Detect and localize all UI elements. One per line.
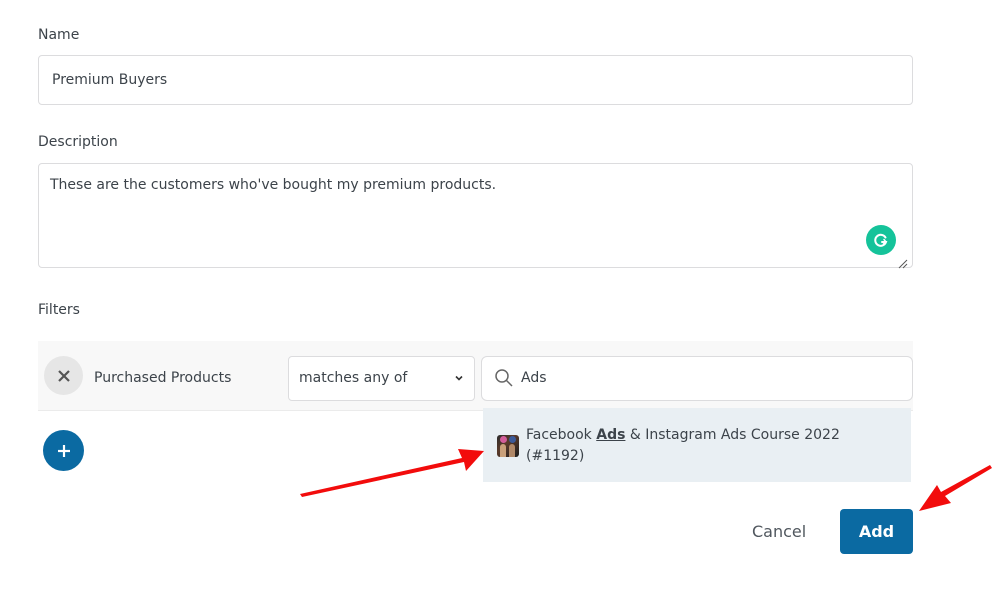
add-filter-button[interactable] (43, 430, 84, 471)
remove-filter-button[interactable] (44, 356, 83, 395)
name-input[interactable]: Premium Buyers (38, 55, 913, 105)
option-match: Ads (596, 427, 626, 443)
arrow-to-add-button (919, 465, 992, 511)
filter-type-label: Purchased Products (94, 370, 232, 386)
search-value: Ads (521, 370, 547, 386)
operator-value: matches any of (299, 370, 408, 386)
option-suffix: & Instagram Ads Course 2022 (625, 427, 840, 443)
arrow-to-option (300, 449, 484, 497)
product-thumbnail (497, 435, 519, 457)
option-id: (#1192) (526, 448, 585, 464)
plus-icon (57, 444, 70, 457)
description-label: Description (38, 134, 118, 150)
option-label: Facebook Ads & Instagram Ads Course 2022… (526, 425, 886, 467)
name-label: Name (38, 27, 80, 43)
chevron-down-icon (455, 375, 463, 381)
resize-handle-icon[interactable] (898, 254, 908, 269)
add-button[interactable]: Add (840, 509, 913, 554)
description-textarea[interactable]: These are the customers who've bought my… (38, 163, 913, 268)
cancel-button[interactable]: Cancel (752, 522, 806, 541)
filters-label: Filters (38, 302, 80, 318)
product-search-input[interactable]: Ads (481, 356, 913, 401)
dropdown-option[interactable]: Facebook Ads & Instagram Ads Course 2022… (483, 408, 911, 482)
option-prefix: Facebook (526, 427, 597, 443)
grammarly-icon[interactable] (866, 225, 896, 255)
search-icon (495, 369, 513, 387)
operator-select[interactable]: matches any of (288, 356, 475, 401)
close-icon (57, 369, 70, 382)
